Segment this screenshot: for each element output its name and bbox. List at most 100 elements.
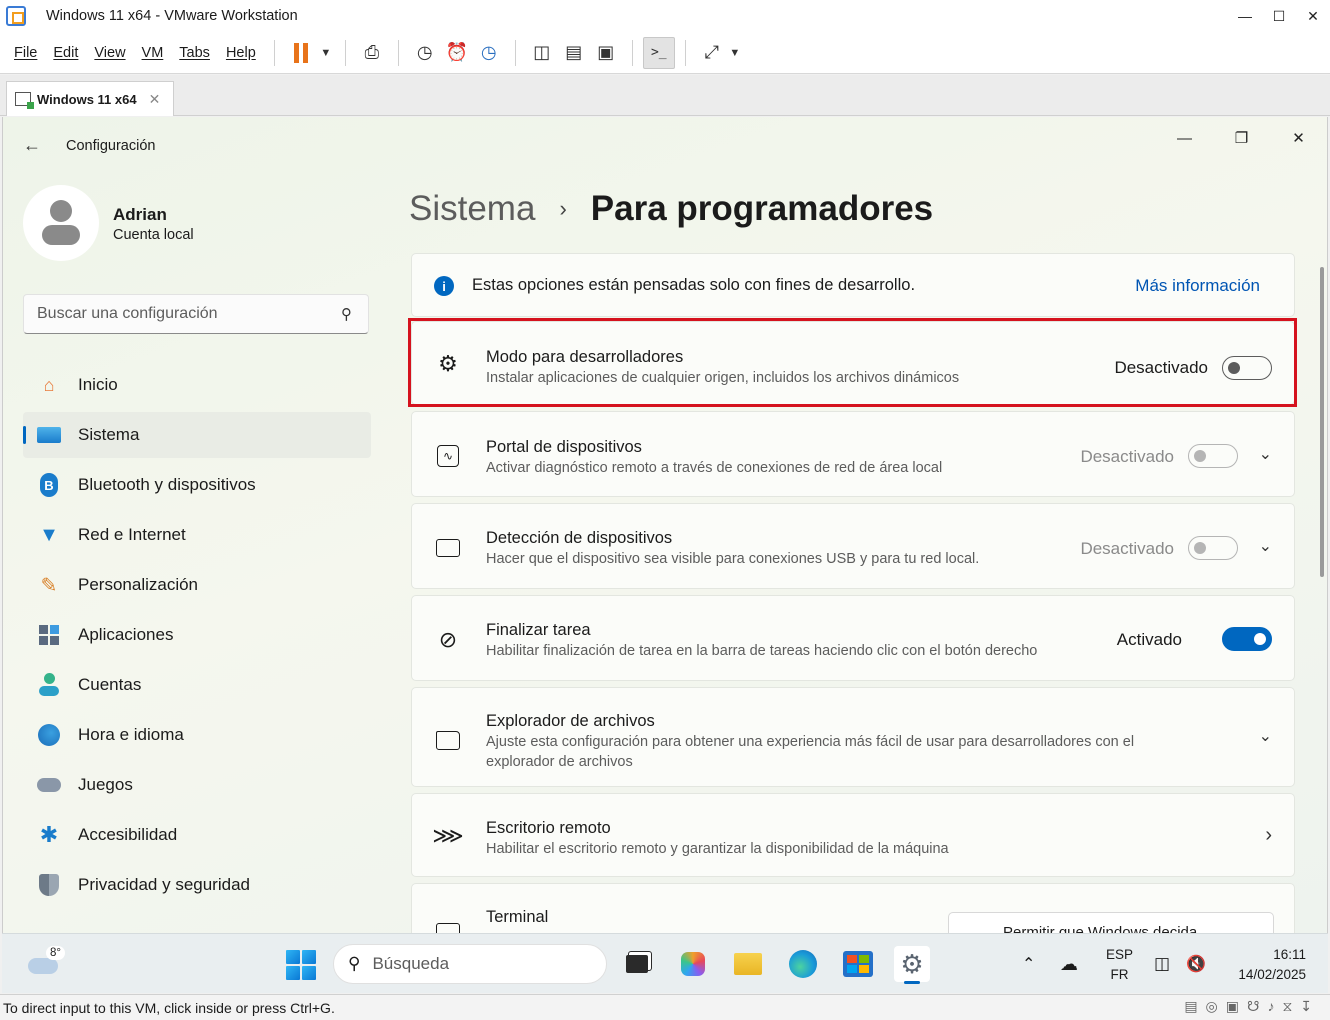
menu-edit[interactable]: Edit xyxy=(53,45,78,61)
thumbnail-bar-icon[interactable]: ▤ xyxy=(558,37,590,69)
tab-windows-11[interactable]: Windows 11 x64 ✕ xyxy=(6,81,174,116)
card-end-task: ⊘ Finalizar tarea Habilitar finalización… xyxy=(411,595,1295,681)
device-discovery-state: Desactivado xyxy=(1080,539,1174,558)
brush-icon: ✎ xyxy=(40,574,58,597)
chevron-down-icon[interactable]: ⌄ xyxy=(1259,536,1272,556)
nav-item-aplicaciones[interactable]: Aplicaciones xyxy=(23,612,371,658)
device-discovery-toggle[interactable] xyxy=(1188,536,1238,560)
card-title: Detección de dispositivos xyxy=(486,529,673,547)
tab-close-icon[interactable]: ✕ xyxy=(149,91,161,108)
volume-muted-icon[interactable]: 🔇 xyxy=(1186,934,1206,994)
taskbar-search-text: Búsqueda xyxy=(372,954,450,973)
nav-item-juegos[interactable]: Juegos xyxy=(23,762,371,808)
close-icon[interactable]: ✕ xyxy=(1296,0,1330,32)
nav-item-red[interactable]: ▼ Red e Internet xyxy=(23,512,371,558)
cd-drive-icon[interactable]: ◎ xyxy=(1206,998,1218,1015)
revert-snapshot-icon[interactable]: ⏰ xyxy=(441,37,473,69)
card-title: Portal de dispositivos xyxy=(486,438,642,456)
chevron-right-icon[interactable]: › xyxy=(1265,824,1272,847)
start-button[interactable] xyxy=(286,950,316,980)
console-view-icon[interactable]: >_ xyxy=(642,36,675,69)
terminal-icon xyxy=(434,918,462,933)
stretch-guest-icon[interactable]: ⤢ xyxy=(696,37,728,69)
card-description: Habilitar el escritorio remoto y garanti… xyxy=(486,841,949,857)
taskbar-clock[interactable]: 16:11 14/02/2025 xyxy=(1238,945,1306,985)
power-dropdown-icon[interactable]: ▼ xyxy=(317,37,335,69)
end-task-toggle[interactable] xyxy=(1222,627,1272,651)
nav-item-privacidad[interactable]: Privacidad y seguridad xyxy=(23,862,371,908)
nav-item-inicio[interactable]: ⌂ Inicio xyxy=(23,362,371,408)
clock-time: 16:11 xyxy=(1273,947,1306,962)
breadcrumb-parent[interactable]: Sistema xyxy=(409,189,535,229)
settings-close-icon[interactable]: ✕ xyxy=(1270,123,1327,153)
usb-icon[interactable]: ☋ xyxy=(1247,998,1259,1015)
snapshot-icon[interactable]: ◷ xyxy=(409,37,441,69)
search-icon[interactable]: ⚲ xyxy=(341,305,352,323)
edge-icon[interactable] xyxy=(785,946,821,982)
menu-help[interactable]: Help xyxy=(226,45,256,61)
weather-widget[interactable]: 8° xyxy=(28,946,65,976)
file-explorer-icon[interactable] xyxy=(730,946,766,982)
pause-vm-button[interactable] xyxy=(285,37,317,69)
network-adapter-icon[interactable]: ▣ xyxy=(1226,998,1239,1015)
settings-search-input[interactable] xyxy=(37,305,327,323)
avatar[interactable] xyxy=(23,185,99,261)
download-icon[interactable]: ↧ xyxy=(1300,998,1312,1015)
card-remote-desktop[interactable]: ⋙ Escritorio remoto Habilitar el escrito… xyxy=(411,793,1295,877)
tab-label: Windows 11 x64 xyxy=(37,91,137,107)
vmware-menubar: File Edit View VM Tabs Help ▼ ⎙ ◷ ⏰ ◷ ◫ … xyxy=(0,32,1330,74)
store-icon[interactable] xyxy=(840,946,876,982)
stretch-dropdown-icon[interactable]: ▼ xyxy=(728,37,742,69)
maximize-icon[interactable]: ☐ xyxy=(1262,0,1296,32)
back-arrow-icon[interactable]: ← xyxy=(23,135,41,156)
nav-item-sistema[interactable]: Sistema xyxy=(23,412,371,458)
device-portal-toggle[interactable] xyxy=(1188,444,1238,468)
user-account-type: Cuenta local xyxy=(113,227,194,243)
hard-disk-icon[interactable]: ▤ xyxy=(1184,998,1197,1015)
snapshot-manager-icon[interactable]: ◷ xyxy=(473,37,505,69)
show-library-icon[interactable]: ◫ xyxy=(526,37,558,69)
account-icon xyxy=(36,673,62,696)
card-device-portal[interactable]: ∿ Portal de dispositivos Activar diagnós… xyxy=(411,411,1295,497)
developer-tools-icon: ⚙ xyxy=(438,351,458,376)
nav-item-accesibilidad[interactable]: ✱ Accesibilidad xyxy=(23,812,371,858)
weather-temp: 8° xyxy=(46,946,65,960)
menu-vm[interactable]: VM xyxy=(142,45,164,61)
task-view-icon[interactable] xyxy=(619,946,655,982)
terminal-default-dropdown[interactable]: Permitir que Windows decida xyxy=(948,912,1274,933)
taskbar-search[interactable]: ⚲ Búsqueda xyxy=(333,944,607,984)
settings-minimize-icon[interactable]: — xyxy=(1156,123,1213,153)
input-language[interactable]: ESP FR xyxy=(1106,945,1133,985)
onedrive-offline-icon[interactable]: ☁ xyxy=(1060,934,1078,994)
dev-mode-toggle[interactable] xyxy=(1222,356,1272,380)
settings-restore-icon[interactable]: ❐ xyxy=(1213,123,1270,153)
minimize-icon[interactable]: — xyxy=(1228,0,1262,32)
copilot-icon[interactable] xyxy=(675,946,711,982)
menu-view[interactable]: View xyxy=(94,45,125,61)
more-info-link[interactable]: Más información xyxy=(1135,276,1260,296)
nav-item-cuentas[interactable]: Cuentas xyxy=(23,662,371,708)
settings-app-icon[interactable]: ⚙ xyxy=(894,946,930,984)
network-icon[interactable]: ◫ xyxy=(1154,934,1170,994)
send-ctrl-alt-del-icon[interactable]: ⎙ xyxy=(356,37,388,69)
card-file-explorer[interactable]: Explorador de archivos Ajuste esta confi… xyxy=(411,687,1295,787)
chevron-down-icon[interactable]: ⌄ xyxy=(1259,444,1272,464)
card-description: Habilitar finalización de tarea en la ba… xyxy=(486,643,1038,659)
chevron-down-icon[interactable]: ⌄ xyxy=(1259,726,1272,746)
sound-card-icon[interactable]: ♪ xyxy=(1267,998,1274,1015)
wifi-icon: ▼ xyxy=(39,523,59,546)
guest-display[interactable]: ← Configuración — ❐ ✕ Adrian Cuenta loca… xyxy=(2,117,1328,933)
content-scrollbar[interactable] xyxy=(1320,267,1324,577)
nav-item-bluetooth[interactable]: B Bluetooth y dispositivos xyxy=(23,462,371,508)
accessibility-icon: ✱ xyxy=(39,822,59,847)
nav-item-personalizacion[interactable]: ✎ Personalización xyxy=(23,562,371,608)
card-device-discovery[interactable]: Detección de dispositivos Hacer que el d… xyxy=(411,503,1295,589)
menu-tabs[interactable]: Tabs xyxy=(179,45,210,61)
nav-item-hora[interactable]: Hora e idioma xyxy=(23,712,371,758)
menu-file[interactable]: File xyxy=(14,45,37,61)
remote-desktop-icon: ⋙ xyxy=(432,823,464,848)
tray-overflow-chevron-icon[interactable]: ⌃ xyxy=(1022,934,1035,994)
wireless-icon[interactable]: ⧖ xyxy=(1282,998,1292,1015)
full-screen-icon[interactable]: ▣ xyxy=(590,37,622,69)
clock-date: 14/02/2025 xyxy=(1238,967,1306,982)
